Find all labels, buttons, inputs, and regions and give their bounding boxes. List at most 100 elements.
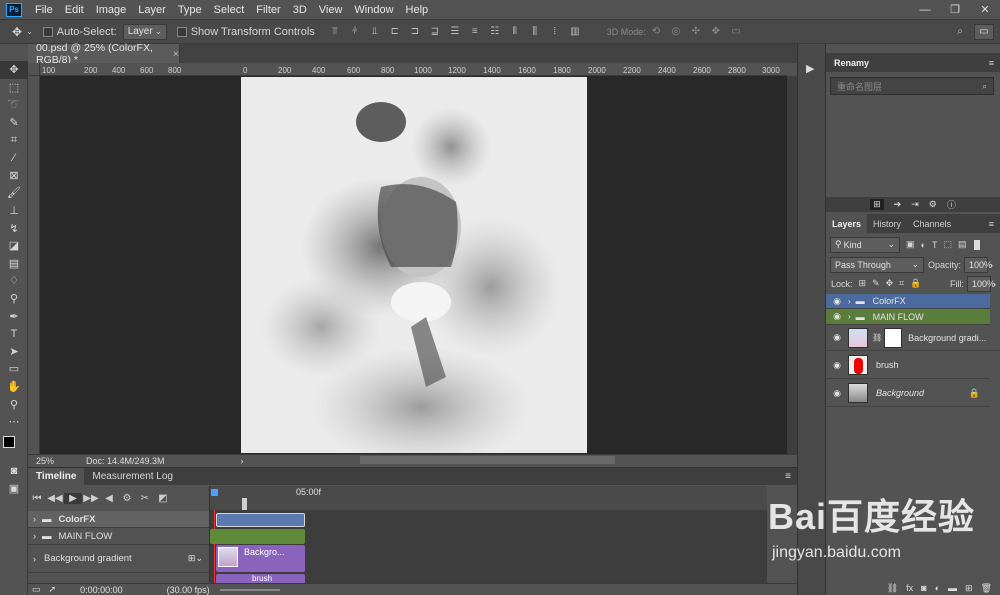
- filter-toggle[interactable]: [974, 239, 981, 250]
- menu-3d[interactable]: 3D: [287, 4, 313, 16]
- current-time[interactable]: 0:00:00:00: [80, 585, 123, 595]
- tab-layers[interactable]: Layers: [826, 214, 868, 233]
- renamy-title[interactable]: Renamy: [826, 58, 877, 68]
- go-to-first-frame-icon[interactable]: ⏮: [28, 493, 46, 504]
- eye-icon[interactable]: ◉: [826, 388, 848, 399]
- lock-image-icon[interactable]: ✎: [872, 278, 880, 289]
- move-tool-icon[interactable]: ✥: [0, 61, 28, 79]
- link-layers-icon[interactable]: ⛓: [887, 583, 898, 594]
- shape-tool-icon[interactable]: ▭: [0, 360, 28, 378]
- chevron-right-icon[interactable]: ›: [990, 260, 993, 270]
- eye-icon[interactable]: ◉: [826, 311, 848, 322]
- auto-align-icon[interactable]: ▥: [569, 26, 581, 37]
- filter-pixel-icon[interactable]: ▣: [906, 239, 915, 250]
- path-select-icon[interactable]: ➤: [0, 343, 28, 361]
- frame-tool-icon[interactable]: ⊠: [0, 167, 28, 185]
- playhead-icon[interactable]: [211, 489, 218, 496]
- 3d-pan-icon[interactable]: ✣: [690, 26, 702, 37]
- align-top-icon[interactable]: ⫪: [329, 26, 341, 37]
- settings-icon[interactable]: ⚙: [118, 493, 136, 504]
- minimize-icon[interactable]: —: [910, 0, 940, 19]
- arrow-right-icon[interactable]: ➔: [894, 199, 902, 210]
- blend-mode-dropdown[interactable]: Pass Through ⌄: [830, 256, 924, 273]
- gear-icon[interactable]: ⚙: [929, 199, 937, 210]
- search-icon[interactable]: ⌕: [982, 81, 987, 92]
- zoom-slider[interactable]: [219, 588, 280, 591]
- quick-select-tool-icon[interactable]: ✎: [0, 114, 28, 132]
- vertical-scrollbar[interactable]: [787, 76, 797, 454]
- menu-help[interactable]: Help: [400, 4, 435, 16]
- renamy-mode-icon[interactable]: ⊞: [870, 199, 884, 210]
- tab-timeline[interactable]: Timeline: [28, 468, 85, 485]
- add-mask-icon[interactable]: ◙: [921, 583, 926, 593]
- gradient-tool-icon[interactable]: ▤: [0, 255, 28, 273]
- filter-smart-icon[interactable]: ▤: [958, 239, 967, 250]
- align-hcenter-icon[interactable]: ⊐: [409, 26, 421, 37]
- lock-position-icon[interactable]: ✥: [886, 278, 894, 289]
- screen-mode-icon[interactable]: ▣: [0, 480, 28, 498]
- menu-file[interactable]: File: [29, 4, 59, 16]
- chevron-right-icon[interactable]: ›: [848, 312, 851, 321]
- panel-menu-icon[interactable]: ≡: [785, 471, 791, 482]
- close-icon[interactable]: ✕: [970, 0, 1000, 19]
- color-swatches[interactable]: [0, 430, 28, 462]
- tab-channels[interactable]: Channels: [907, 214, 957, 233]
- close-tab-icon[interactable]: ×: [173, 48, 179, 60]
- auto-select-dropdown[interactable]: Layer ⌄: [122, 23, 167, 40]
- align-vcenter-icon[interactable]: ⫩: [349, 26, 361, 37]
- 3d-roll-icon[interactable]: ◎: [670, 26, 682, 37]
- tab-measurement-log[interactable]: Measurement Log: [84, 468, 181, 485]
- auto-select-checkbox[interactable]: [42, 26, 53, 37]
- 3d-slide-icon[interactable]: ✥: [710, 26, 722, 37]
- previous-frame-icon[interactable]: ◀◀: [46, 493, 64, 504]
- split-icon[interactable]: ✂: [136, 493, 154, 504]
- chevron-right-icon[interactable]: ›: [33, 531, 36, 541]
- distribute-right-icon[interactable]: ⦙: [549, 26, 561, 37]
- chevron-right-icon[interactable]: ›: [33, 514, 36, 524]
- chevron-down-icon[interactable]: ⌄: [26, 27, 33, 36]
- delete-layer-icon[interactable]: 🗑: [981, 583, 992, 594]
- align-left-icon[interactable]: ⊏: [389, 26, 401, 37]
- menu-window[interactable]: Window: [348, 4, 399, 16]
- lock-transparent-icon[interactable]: ⊞: [859, 278, 867, 289]
- layer-row-colorfx[interactable]: ◉ › ▬ ColorFX: [826, 294, 990, 309]
- menu-edit[interactable]: Edit: [59, 4, 90, 16]
- timeline-row-background-gradient[interactable]: › Background gradient ⊞⌄: [28, 545, 209, 573]
- horizontal-scrollbar[interactable]: [360, 456, 615, 464]
- filter-shape-icon[interactable]: ⬚: [943, 239, 952, 250]
- audio-icon[interactable]: ◀: [100, 493, 118, 504]
- workspace-icon[interactable]: ▭: [974, 23, 994, 40]
- eye-icon[interactable]: ◉: [826, 296, 848, 307]
- pen-tool-icon[interactable]: ✒: [0, 307, 28, 325]
- adjustment-layer-icon[interactable]: ◐: [935, 583, 940, 593]
- foreground-color[interactable]: [3, 436, 15, 449]
- show-transform-checkbox[interactable]: [176, 26, 187, 37]
- filter-type-icon[interactable]: T: [932, 240, 938, 250]
- eye-icon[interactable]: ◉: [826, 332, 848, 343]
- convert-icon[interactable]: ➚: [49, 584, 57, 595]
- align-bottom-icon[interactable]: ⫫: [369, 26, 381, 37]
- crop-tool-icon[interactable]: ⌗: [0, 131, 28, 149]
- zoom-level[interactable]: 25%: [36, 456, 76, 466]
- brush-tool-icon[interactable]: 🖌: [0, 184, 28, 202]
- dodge-tool-icon[interactable]: ⚲: [0, 290, 28, 308]
- search-icon[interactable]: ⌕: [954, 26, 966, 37]
- lock-artboard-icon[interactable]: ⌗: [899, 278, 904, 289]
- filter-kind-dropdown[interactable]: ⚲ Kind ⌄: [830, 236, 900, 253]
- marquee-tool-icon[interactable]: ⬚: [0, 79, 28, 97]
- layer-row-brush[interactable]: ◉ brush: [826, 352, 990, 379]
- renamy-search-input[interactable]: 重命名图层 ⌕: [830, 77, 994, 95]
- clip-background-gradient[interactable]: Backgro...: [216, 545, 305, 572]
- fx-icon[interactable]: fx: [906, 583, 913, 593]
- align-right-icon[interactable]: ⊒: [429, 26, 441, 37]
- 3d-orbit-icon[interactable]: ⟲: [650, 26, 662, 37]
- play-actions-icon[interactable]: ▶: [806, 62, 814, 75]
- layer-row-background[interactable]: ◉ Background 🔒: [826, 380, 990, 407]
- lock-all-icon[interactable]: 🔒: [910, 278, 921, 289]
- timeline-row-colorfx[interactable]: › ▬ ColorFX: [28, 511, 209, 528]
- distribute-vcenter-icon[interactable]: ≡: [469, 26, 481, 37]
- distribute-left-icon[interactable]: ⦀: [509, 26, 521, 37]
- eyedropper-tool-icon[interactable]: ⁄: [0, 149, 28, 167]
- transition-icon[interactable]: ◩: [154, 493, 172, 504]
- panel-menu-icon[interactable]: ≡: [989, 219, 994, 229]
